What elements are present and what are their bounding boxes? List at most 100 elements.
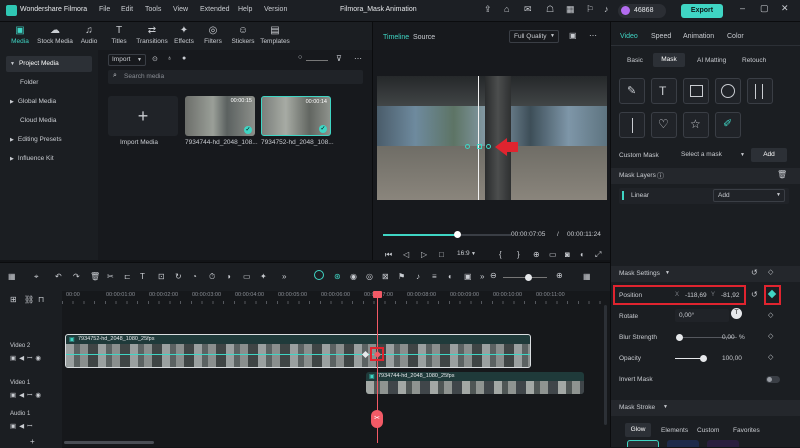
tab-effects[interactable]: ✦ Effects — [170, 24, 198, 50]
redo-icon[interactable]: ↷ — [73, 272, 80, 281]
notification-icon[interactable]: ♪ — [604, 4, 609, 14]
playback-progress[interactable] — [383, 231, 511, 238]
export-button[interactable]: Export — [681, 4, 723, 18]
blur-value[interactable]: 0,00 — [722, 334, 735, 341]
menu-extended[interactable]: Extended — [200, 6, 230, 13]
position-x-input[interactable]: -118,69 — [685, 292, 707, 299]
drag-handle[interactable] — [622, 191, 624, 200]
aspect-dropdown[interactable]: 16:9 ▼ — [457, 250, 476, 257]
magnet-icon[interactable]: ⊓ — [38, 295, 44, 304]
play-icon[interactable]: ▷ — [421, 250, 427, 259]
add-track-plus-icon[interactable]: + — [30, 437, 35, 446]
subtab-ai-matting[interactable]: AI Matting — [697, 57, 726, 64]
mask-line[interactable] — [478, 76, 479, 200]
tab-filters[interactable]: ◎ Filters — [198, 24, 228, 50]
audio-icon[interactable]: ◐ — [448, 272, 453, 281]
mask-handle-center[interactable] — [477, 144, 482, 149]
minimize-icon[interactable]: – — [740, 3, 745, 13]
ai-icon[interactable]: ○ — [298, 54, 302, 61]
keyframe-path-icon[interactable]: ⊛ — [334, 272, 341, 281]
ai-tool-icon[interactable] — [314, 270, 324, 280]
tab-stickers[interactable]: ☺ Stickers — [228, 24, 258, 50]
color-icon[interactable]: ◑ — [226, 272, 231, 281]
time-ruler[interactable]: 00:00 00:00:01:00 00:00:02:00 00:00:03:0… — [62, 291, 608, 304]
sidebar-item-global-media[interactable]: ▶ Global Media — [6, 94, 92, 110]
record-icon[interactable]: ◉ — [350, 272, 357, 281]
undo-icon[interactable]: ↶ — [55, 272, 62, 281]
marker-icon[interactable]: ⚑ — [398, 272, 405, 281]
mask-handle-left[interactable] — [465, 144, 470, 149]
mask-circle-tool[interactable] — [715, 78, 741, 104]
maximize-icon[interactable]: ▢ — [760, 3, 769, 14]
opacity-slider-knob[interactable] — [700, 355, 707, 362]
menu-tools[interactable]: Tools — [145, 6, 161, 13]
speed-icon[interactable]: ◔ — [192, 272, 197, 281]
layout-icon[interactable]: ▦ — [8, 272, 16, 281]
snapshot-icon[interactable]: ▣ — [569, 31, 577, 40]
grid-icon[interactable]: ▦ — [566, 4, 575, 15]
split-icon[interactable]: ✂ — [107, 272, 114, 281]
trash-icon[interactable]: 🗑 — [777, 170, 787, 179]
stop-icon[interactable]: □ — [439, 250, 444, 259]
more-icon[interactable]: ⋯ — [354, 54, 362, 63]
track-controls[interactable]: ▣◀ꟷ◉ — [10, 390, 44, 399]
rotate-icon[interactable]: ↻ — [175, 272, 182, 281]
mask-layer-row[interactable]: Linear Add ▼ — [619, 188, 789, 204]
stroke-preset[interactable] — [707, 440, 739, 447]
rotate-input[interactable]: 0,00° — [675, 309, 729, 322]
tab-timeline[interactable]: Timeline — [383, 34, 409, 41]
close-icon[interactable]: ✕ — [781, 3, 789, 14]
sidebar-item-cloud-media[interactable]: Cloud Media — [6, 113, 92, 129]
community-icon[interactable]: ☖ — [546, 4, 554, 15]
expand-icon[interactable]: ⤢ — [595, 250, 601, 260]
effects-icon[interactable]: ✦ — [260, 272, 267, 281]
stroke-tab-elements[interactable]: Elements — [661, 427, 688, 434]
add-track-icon[interactable]: ⊞ — [10, 295, 17, 304]
step-back-icon[interactable]: ◁ — [403, 250, 409, 259]
playhead-top-handle[interactable] — [373, 291, 382, 298]
zoom-slider[interactable] — [306, 60, 328, 61]
import-dropdown[interactable]: Import ▼ — [108, 54, 146, 66]
search-box[interactable]: ⌕ Search media — [108, 70, 363, 84]
snap-icon[interactable]: ⊠ — [382, 272, 389, 281]
zoom-out-icon[interactable]: ⊖ — [490, 271, 497, 280]
mask-text-tool[interactable]: T — [651, 78, 677, 104]
menu-version[interactable]: Version — [264, 6, 287, 13]
fit-icon[interactable]: ▭ — [243, 272, 251, 281]
keyframe-icon[interactable]: ◇ — [768, 332, 773, 340]
sidebar-item-project-media[interactable]: ▼ Project Media — [6, 56, 92, 72]
stroke-preset[interactable] — [667, 440, 699, 447]
mix-icon[interactable]: ≡ — [432, 272, 437, 281]
prev-frame-icon[interactable]: ⏮ — [385, 250, 392, 260]
tab-transitions[interactable]: ⇄ Transitions — [134, 24, 170, 50]
video1-clip[interactable]: ▣ 7934744-hd_2048_1080_25fps — [366, 372, 584, 394]
delete-icon[interactable]: 🗑 — [90, 272, 100, 281]
position-y-input[interactable]: -81,92 — [721, 292, 739, 299]
menu-edit[interactable]: Edit — [121, 6, 133, 13]
track-controls[interactable]: ▣◀ꟷ◉ — [10, 353, 44, 362]
zoom-in-icon[interactable]: ⊕ — [556, 271, 563, 280]
audio-icon[interactable]: ◐ — [580, 250, 585, 259]
credits-badge[interactable]: 46868 — [618, 4, 666, 18]
layer-add-dropdown[interactable]: Add ▼ — [713, 189, 785, 202]
mask-heart-tool[interactable]: ♡ — [651, 112, 677, 138]
rotate-dial-icon[interactable]: Ｔ — [731, 308, 742, 319]
tab-templates[interactable]: ▤ Templates — [258, 24, 292, 50]
tab-source[interactable]: Source — [413, 34, 435, 41]
subtab-basic[interactable]: Basic — [627, 57, 643, 64]
blur-slider-knob[interactable] — [676, 334, 683, 341]
media-thumbnail[interactable]: 00:00:15 ✓ — [185, 96, 255, 136]
keyframe-icon[interactable]: ◇ — [768, 268, 773, 276]
tab-video[interactable]: Video — [620, 33, 638, 40]
menu-file[interactable]: File — [99, 6, 110, 13]
link-icon[interactable]: ⛓ — [24, 295, 34, 304]
mask-pen-tool[interactable]: ✎ — [619, 78, 645, 104]
menu-view[interactable]: View — [173, 6, 188, 13]
sidebar-item-editing-presets[interactable]: ▶ Editing Presets — [6, 132, 92, 148]
playhead-knob[interactable] — [454, 231, 462, 238]
mark-in-icon[interactable]: { — [499, 250, 502, 259]
render-icon[interactable]: ◎ — [366, 272, 373, 281]
tab-color[interactable]: Color — [727, 33, 744, 40]
search-input[interactable]: Search media — [124, 73, 164, 80]
grid-view-icon[interactable]: ▦ — [583, 272, 591, 281]
